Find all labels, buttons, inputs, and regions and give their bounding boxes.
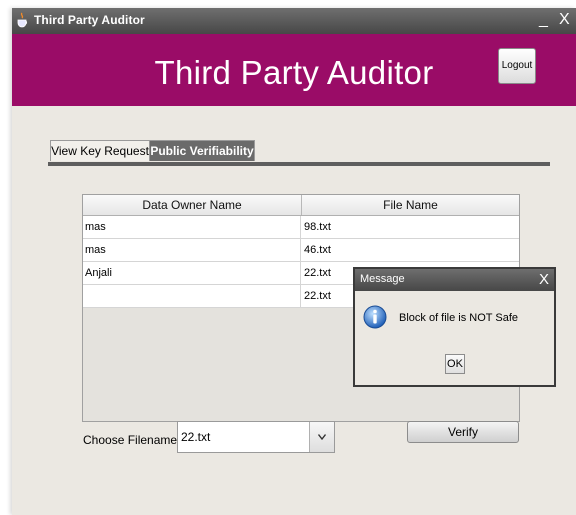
owner-cell: mas [83, 216, 301, 238]
tab-public-verifiability[interactable]: Public Verifiability [149, 140, 255, 161]
file-cell: 98.txt [304, 221, 331, 233]
selected-filename: 22.txt [181, 430, 211, 444]
dialog-titlebar[interactable]: Message X [355, 269, 554, 291]
dialog-title: Message [360, 273, 405, 285]
java-cup-icon [17, 12, 28, 28]
owner-cell [83, 285, 301, 307]
close-window-button[interactable]: X [559, 12, 570, 28]
column-header-owner[interactable]: Data Owner Name [83, 195, 302, 215]
tab-divider [48, 162, 550, 166]
file-cell: 46.txt [304, 244, 331, 256]
tab-view-key-request[interactable]: View Key Request [50, 140, 150, 161]
owner-cell: Anjali [83, 262, 301, 284]
table-header: Data Owner Name File Name [83, 195, 519, 216]
app-window: Third Party Auditor _ X Third Party Audi… [12, 8, 576, 515]
info-icon [363, 305, 387, 329]
dialog-message: Block of file is NOT Safe [399, 312, 519, 324]
filename-select[interactable]: 22.txt [177, 421, 335, 453]
column-header-file[interactable]: File Name [302, 195, 519, 215]
table-row[interactable]: mas 98.txt [83, 216, 519, 239]
owner-cell: mas [83, 239, 301, 261]
dialog-close-button[interactable]: X [539, 271, 549, 288]
page-title: Third Party Auditor [154, 54, 434, 91]
minimize-button[interactable]: _ [539, 12, 548, 28]
verify-button[interactable]: Verify [407, 421, 519, 443]
message-dialog: Message X Block of file is NOT Safe OK [353, 267, 556, 387]
table-row[interactable]: mas 46.txt [83, 239, 519, 262]
choose-filename-label: Choose Filename: [83, 433, 181, 447]
window-titlebar[interactable]: Third Party Auditor _ X [12, 8, 576, 34]
logout-button[interactable]: Logout [498, 48, 536, 84]
ok-button[interactable]: OK [445, 354, 465, 374]
dropdown-button[interactable] [309, 422, 334, 452]
header-banner: Third Party Auditor Logout [12, 34, 576, 106]
chevron-down-icon [318, 434, 326, 440]
window-title: Third Party Auditor [34, 13, 145, 27]
